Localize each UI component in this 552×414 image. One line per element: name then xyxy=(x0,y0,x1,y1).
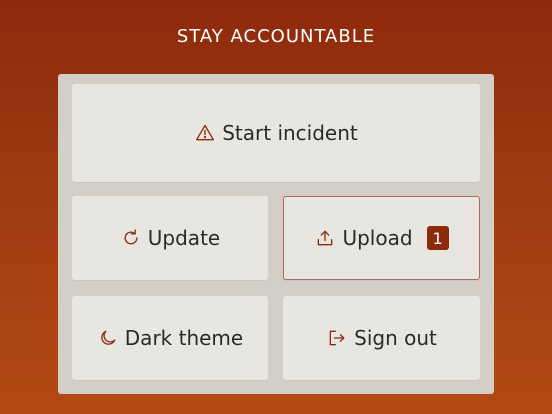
page-title: STAY ACCOUNTABLE xyxy=(176,26,376,47)
upload-button[interactable]: Upload 1 xyxy=(283,196,480,280)
update-button[interactable]: Update xyxy=(72,196,268,280)
update-label: Update xyxy=(147,226,221,250)
dark-theme-label: Dark theme xyxy=(124,326,244,350)
dark-theme-button[interactable]: Dark theme xyxy=(72,296,268,380)
moon-icon xyxy=(97,327,119,349)
sign-out-icon xyxy=(326,327,348,349)
warning-icon xyxy=(194,122,216,144)
sign-out-button[interactable]: Sign out xyxy=(283,296,480,380)
action-panel: Start incident Update Upload 1 Dark them… xyxy=(58,74,494,394)
start-incident-label: Start incident xyxy=(222,121,358,145)
upload-icon xyxy=(314,227,336,249)
start-incident-button[interactable]: Start incident xyxy=(72,84,480,182)
upload-label: Upload xyxy=(342,226,413,250)
upload-count-badge: 1 xyxy=(426,226,449,250)
refresh-icon xyxy=(120,227,142,249)
sign-out-label: Sign out xyxy=(354,326,437,350)
